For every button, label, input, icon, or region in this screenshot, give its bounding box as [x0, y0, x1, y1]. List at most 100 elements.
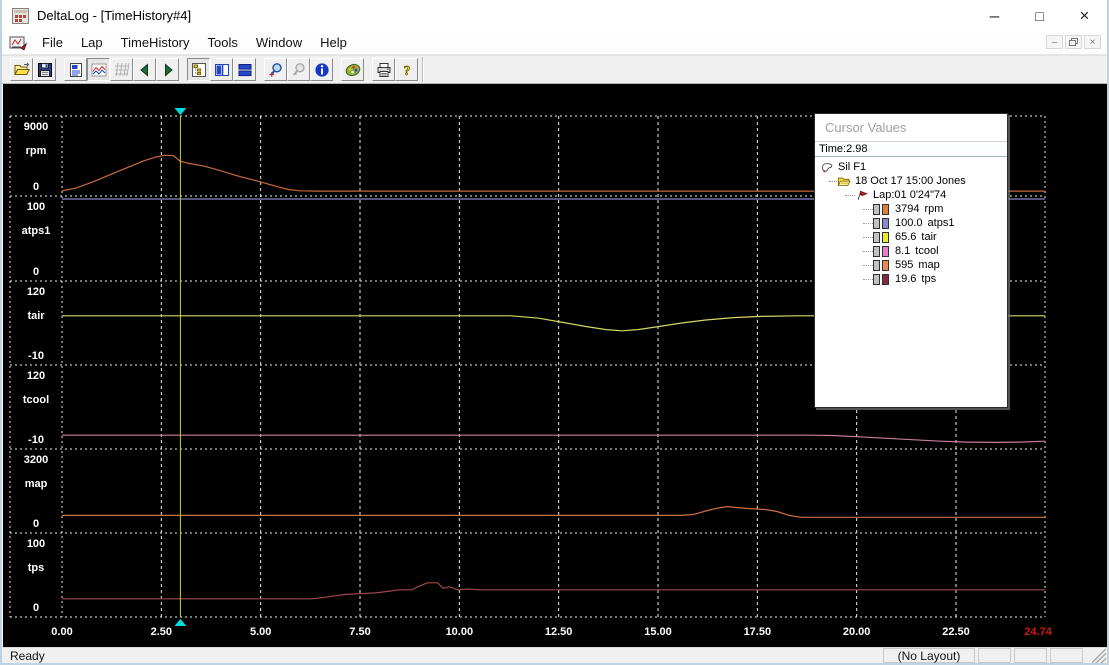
cursor-marker-bottom[interactable]	[174, 619, 187, 626]
tree-session-label: 18 Oct 17 15:00 Jones	[855, 175, 966, 187]
help-icon: ?	[399, 62, 415, 78]
svg-text:3200: 3200	[24, 454, 48, 466]
toolbar: ?	[2, 55, 1107, 84]
svg-text:7.50: 7.50	[349, 626, 370, 638]
tree-connector	[863, 236, 873, 238]
trace-map	[62, 505, 1045, 518]
menu-item-timehistory[interactable]: TimeHistory	[112, 32, 199, 53]
split-horizontal-icon	[237, 62, 253, 78]
tree-root[interactable]: Sil F1	[815, 160, 1007, 174]
cursor-time-label: Time:2.98	[815, 142, 1007, 157]
menu-bar: File Lap TimeHistory Tools Window Help – ×	[2, 31, 1107, 55]
channel-name: rpm	[924, 203, 944, 215]
svg-text:15.00: 15.00	[644, 626, 672, 638]
trace-tps	[62, 582, 1045, 600]
menu-item-lap[interactable]: Lap	[72, 32, 112, 53]
svg-text:?: ?	[403, 64, 410, 78]
report-button[interactable]	[64, 58, 87, 81]
cursor-values-panel[interactable]: Cursor Values Time:2.98 Sil F1 18 Oct 17 …	[814, 113, 1008, 408]
zoom-out-button	[287, 58, 310, 81]
zoom-in-icon	[268, 62, 284, 78]
status-panel-empty	[1014, 648, 1047, 663]
tree-root-label: Sil F1	[838, 161, 867, 173]
close-button[interactable]: ×	[1062, 0, 1107, 31]
cursor-channel-row-tcool[interactable]: 8.1 tcool	[815, 244, 1007, 258]
channel-value: 595	[895, 259, 914, 271]
window-title: DeltaLog - [TimeHistory#4]	[37, 8, 192, 23]
info-icon	[314, 62, 330, 78]
svg-text:2.50: 2.50	[151, 626, 172, 638]
channel-name: tair	[921, 231, 937, 243]
split-vertical-button[interactable]	[210, 58, 233, 81]
tree-connector	[845, 194, 855, 196]
cursor-channel-row-tps[interactable]: 19.6 tps	[815, 272, 1007, 286]
svg-text:0: 0	[33, 602, 39, 614]
timehistory-chart-button[interactable]	[87, 58, 110, 81]
menu-item-file[interactable]: File	[33, 32, 72, 53]
svg-text:22.50: 22.50	[942, 626, 970, 638]
channel-value: 3794	[895, 203, 920, 215]
tree-connector	[863, 250, 873, 252]
cursor-channel-row-map[interactable]: 595 map	[815, 258, 1007, 272]
channel-axis-chip	[873, 217, 880, 229]
tree-session[interactable]: 18 Oct 17 15:00 Jones	[815, 174, 1007, 188]
cursor-values-tree-button[interactable]	[187, 58, 210, 81]
channel-color-chip	[882, 273, 889, 285]
maximize-button[interactable]: □	[1017, 0, 1062, 31]
cursor-marker-top[interactable]	[174, 108, 187, 115]
report-icon	[68, 62, 84, 78]
save-icon	[37, 62, 53, 78]
print-icon	[376, 62, 392, 78]
menu-item-tools[interactable]: Tools	[199, 32, 247, 53]
menu-item-help[interactable]: Help	[311, 32, 356, 53]
channel-name: atps1	[927, 217, 955, 229]
grid-icon	[114, 62, 130, 78]
tree-connector	[829, 180, 837, 182]
toolbar-separator	[422, 57, 424, 82]
tree-lap-label: Lap:01 0'24"74	[873, 189, 947, 201]
resize-grip[interactable]	[1092, 648, 1106, 663]
layout-status-panel: (No Layout)	[883, 648, 975, 663]
svg-text:tair: tair	[27, 310, 45, 322]
svg-text:5.00: 5.00	[250, 626, 271, 638]
cursor-values-tree: Sil F1 18 Oct 17 15:00 Jones Lap:01 0'24"7…	[815, 157, 1007, 286]
svg-text:20.00: 20.00	[843, 626, 871, 638]
status-bar: Ready (No Layout)	[2, 647, 1107, 663]
channel-value: 65.6	[895, 231, 917, 243]
mdi-restore-button[interactable]	[1065, 35, 1082, 49]
palette-button[interactable]	[341, 58, 364, 81]
tree-connector	[863, 222, 873, 224]
help-button[interactable]: ?	[395, 58, 418, 81]
next-lap-button[interactable]	[156, 58, 179, 81]
cursor-values-title: Cursor Values	[815, 114, 1007, 142]
menu-item-window[interactable]: Window	[247, 32, 311, 53]
svg-text:atps1: atps1	[22, 225, 51, 237]
open-folder-button[interactable]	[10, 58, 33, 81]
prev-lap-button[interactable]	[133, 58, 156, 81]
channel-name: tcool	[915, 245, 939, 257]
split-vertical-icon	[214, 62, 230, 78]
lap-flag-icon	[857, 190, 868, 200]
trace-tcool	[62, 434, 1046, 444]
cursor-channel-row-rpm[interactable]: 3794 rpm	[815, 202, 1007, 216]
print-button[interactable]	[372, 58, 395, 81]
svg-text:120: 120	[27, 370, 45, 382]
svg-text:9000: 9000	[24, 121, 48, 133]
cursor-channel-row-atps1[interactable]: 100.0 atps1	[815, 216, 1007, 230]
save-button[interactable]	[33, 58, 56, 81]
svg-text:0.00: 0.00	[51, 626, 72, 638]
info-button[interactable]	[310, 58, 333, 81]
grid-button	[110, 58, 133, 81]
svg-text:-10: -10	[28, 434, 44, 446]
mdi-close-button[interactable]: ×	[1084, 35, 1101, 49]
tree-lap[interactable]: Lap:01 0'24"74	[815, 188, 1007, 202]
svg-text:10.00: 10.00	[446, 626, 474, 638]
minimize-button[interactable]: –	[972, 0, 1017, 31]
svg-text:12.50: 12.50	[545, 626, 573, 638]
split-horizontal-button[interactable]	[233, 58, 256, 81]
zoom-in-button[interactable]	[264, 58, 287, 81]
timehistory-window-icon[interactable]	[9, 35, 27, 50]
mdi-minimize-button[interactable]: –	[1046, 35, 1063, 49]
cursor-channel-row-tair[interactable]: 65.6 tair	[815, 230, 1007, 244]
channel-axis-chip	[873, 273, 880, 285]
